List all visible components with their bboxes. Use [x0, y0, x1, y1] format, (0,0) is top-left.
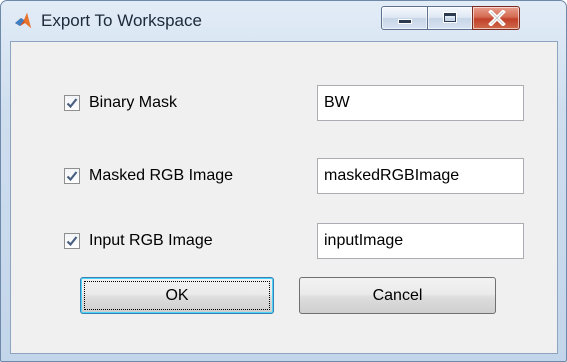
masked-rgb-image-variable-field[interactable]	[317, 158, 524, 194]
cancel-button[interactable]: Cancel	[299, 277, 496, 314]
binary-mask-label: Binary Mask	[89, 94, 178, 111]
close-button[interactable]	[472, 6, 520, 30]
window-title: Export To Workspace	[41, 11, 202, 30]
input-rgb-image-checkbox[interactable]	[64, 233, 80, 249]
ok-button[interactable]: OK	[80, 277, 274, 314]
export-dialog-window: Export To Workspace Binary Mask BW Maske…	[0, 0, 567, 362]
maximize-icon	[444, 13, 456, 22]
binary-mask-variable-field[interactable]	[317, 85, 524, 121]
matlab-icon	[15, 13, 31, 28]
cancel-button-label: Cancel	[372, 286, 423, 304]
input-rgb-image-variable-field[interactable]	[317, 223, 524, 259]
checkmark-icon	[66, 98, 78, 109]
checkmark-icon	[66, 171, 78, 182]
minimize-icon	[399, 20, 411, 23]
maximize-button[interactable]	[427, 6, 473, 30]
minimize-button[interactable]	[381, 6, 428, 30]
masked-rgb-image-label: Masked RGB Image	[89, 167, 234, 184]
masked-rgb-image-checkbox[interactable]	[64, 168, 80, 184]
input-rgb-image-label: Input RGB Image	[89, 232, 213, 249]
close-icon	[488, 10, 506, 26]
checkmark-icon	[66, 236, 78, 247]
binary-mask-checkbox[interactable]	[64, 95, 80, 111]
title-bar[interactable]: Export To Workspace	[1, 1, 566, 41]
ok-button-label: OK	[165, 286, 189, 304]
